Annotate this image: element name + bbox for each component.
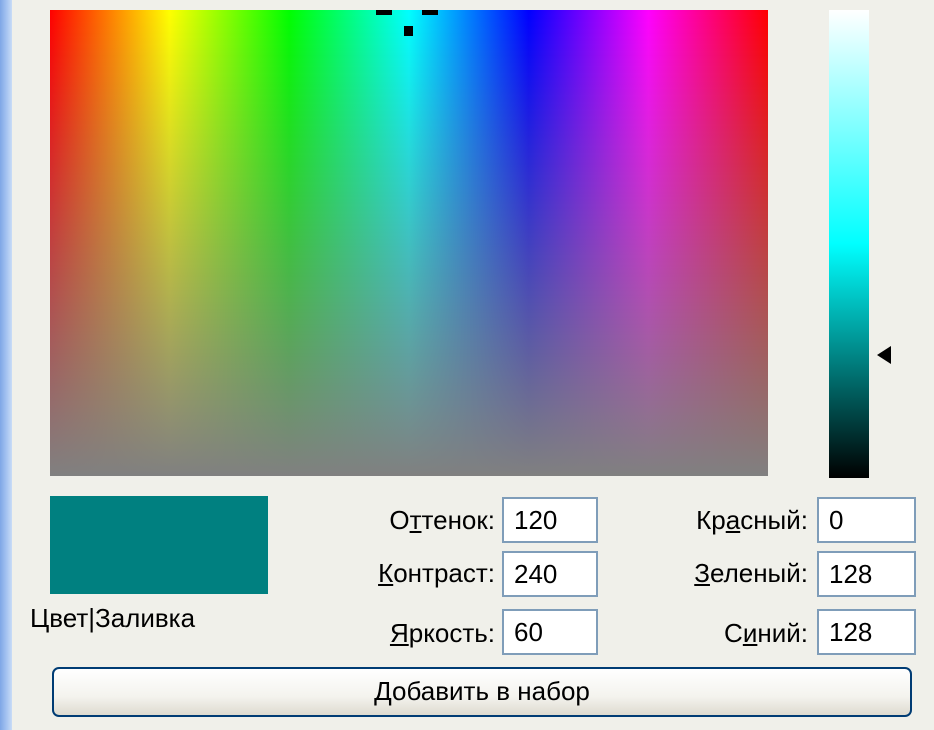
saturation-input[interactable]: 240 xyxy=(502,551,598,597)
color-spectrum-field[interactable] xyxy=(50,10,768,476)
blue-label: Синий: xyxy=(724,618,808,648)
hue-input[interactable]: 120 xyxy=(502,497,598,543)
add-to-custom-colors-button[interactable]: Добавить в набор xyxy=(52,667,912,717)
red-label: Красный: xyxy=(696,505,808,535)
swatch-label: Цвет|Заливка xyxy=(30,603,196,633)
blue-input[interactable]: 128 xyxy=(817,609,916,655)
hue-label: Оттенок: xyxy=(389,505,495,535)
saturation-label: Контраст: xyxy=(378,558,495,588)
luminance-slider[interactable] xyxy=(829,10,869,478)
window-edge xyxy=(0,0,12,730)
green-input[interactable]: 128 xyxy=(817,551,916,597)
crosshair-cursor[interactable] xyxy=(368,4,448,40)
color-swatch xyxy=(50,496,268,594)
red-input[interactable]: 0 xyxy=(817,497,916,543)
luminance-arrow-icon[interactable] xyxy=(877,346,891,364)
luminance-input[interactable]: 60 xyxy=(502,609,598,655)
luminance-label: Яркость: xyxy=(389,618,495,648)
green-label: Зеленый: xyxy=(694,558,808,588)
